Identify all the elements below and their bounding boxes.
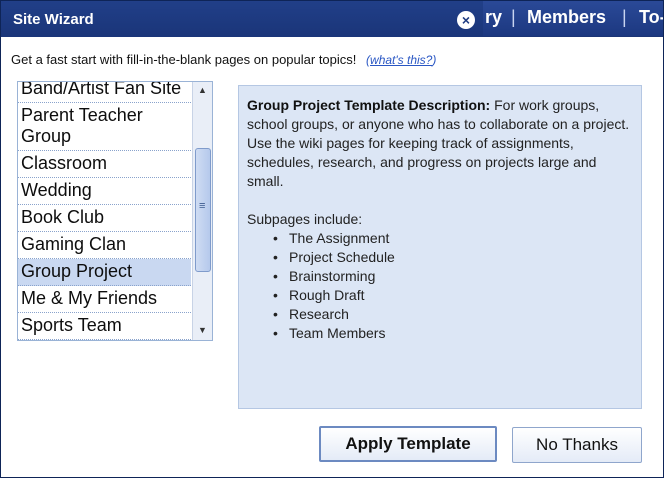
template-list-item[interactable]: Book Club — [18, 205, 191, 232]
dialog-body: Get a fast start with fill-in-the-blank … — [1, 37, 663, 477]
scroll-down-icon[interactable]: ▼ — [195, 322, 210, 338]
scroll-up-icon[interactable]: ▲ — [195, 82, 210, 98]
subpage-item: Project Schedule — [273, 248, 635, 267]
no-thanks-button[interactable]: No Thanks — [512, 427, 642, 463]
close-icon[interactable]: × — [457, 11, 475, 29]
template-list-item[interactable]: Sports Team — [18, 313, 191, 340]
template-list-item[interactable]: Group Project — [18, 259, 191, 286]
description-title: Group Project Template Description: — [247, 97, 491, 113]
template-list-item[interactable]: Me & My Friends — [18, 286, 191, 313]
template-list-item[interactable]: Band/Artist Fan Site — [18, 82, 191, 103]
site-wizard-dialog: Site Wizard × Get a fast start with fill… — [0, 0, 664, 478]
description-text: Group Project Template Description: For … — [247, 96, 635, 343]
subpages-list: The AssignmentProject ScheduleBrainstorm… — [247, 229, 635, 343]
subpage-item: Research — [273, 305, 635, 324]
template-list-item[interactable]: Classroom — [18, 151, 191, 178]
scroll-thumb[interactable]: ≡ — [195, 148, 211, 272]
apply-template-button[interactable]: Apply Template — [319, 426, 497, 462]
grip-icon: ≡ — [199, 200, 206, 212]
subpage-item: Brainstorming — [273, 267, 635, 286]
listbox-scrollbar[interactable]: ▲ ≡ ▼ — [192, 82, 212, 340]
subpage-item: Team Members — [273, 324, 635, 343]
template-list-item[interactable]: Gaming Clan — [18, 232, 191, 259]
subpage-item: The Assignment — [273, 229, 635, 248]
template-description-panel: Group Project Template Description: For … — [238, 85, 642, 409]
template-list: Band/Artist Fan Site Parent Teacher Group… — [18, 82, 191, 340]
intro-line: Get a fast start with fill-in-the-blank … — [11, 52, 436, 67]
intro-text: Get a fast start with fill-in-the-blank … — [11, 52, 357, 67]
subpages-heading: Subpages include: — [247, 211, 363, 227]
dialog-titlebar: Site Wizard × — [1, 1, 483, 37]
template-list-item[interactable]: Parent Teacher Group — [18, 103, 191, 151]
link-close-paren: ) — [432, 53, 437, 67]
subpage-item: Rough Draft — [273, 286, 635, 305]
template-list-item[interactable]: Wedding — [18, 178, 191, 205]
whats-this-link[interactable]: what's this? — [370, 53, 432, 67]
template-listbox[interactable]: Band/Artist Fan Site Parent Teacher Group… — [17, 81, 213, 341]
dialog-title: Site Wizard — [13, 11, 94, 28]
